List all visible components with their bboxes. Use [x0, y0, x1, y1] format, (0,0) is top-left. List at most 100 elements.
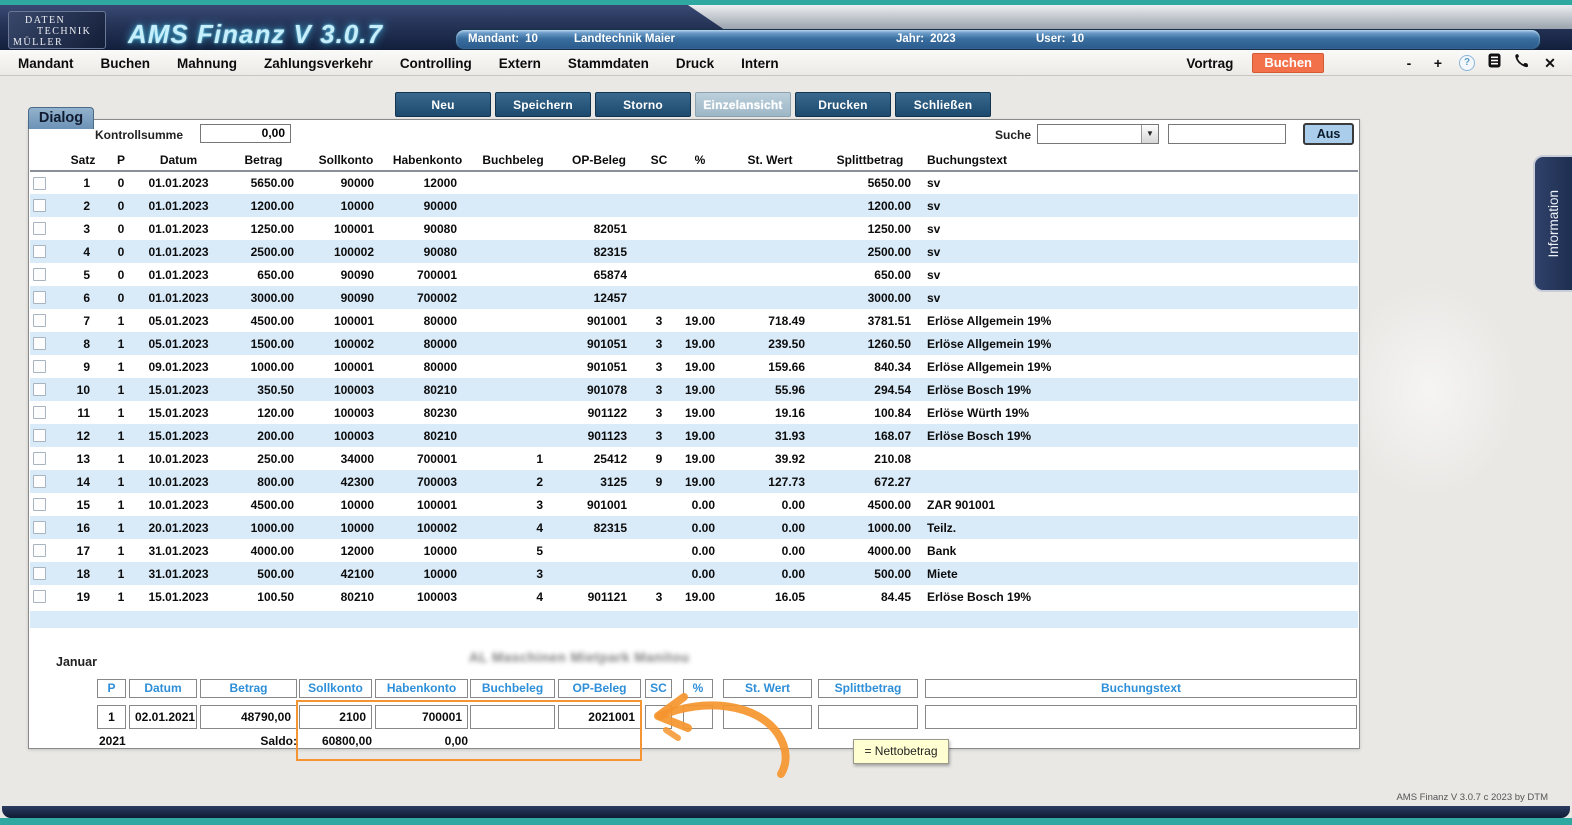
row-checkbox[interactable] — [33, 567, 46, 580]
row-checkbox[interactable] — [33, 452, 46, 465]
menu-item-buchen[interactable]: Buchen — [101, 56, 151, 71]
table-row[interactable]: 9 1 09.01.2023 1000.00 100001 80000 901051 3 19.… — [30, 355, 1358, 378]
form-input-buchungstext[interactable] — [925, 705, 1357, 729]
drucken-button[interactable]: Drucken — [795, 92, 891, 117]
row-checkbox[interactable] — [33, 406, 46, 419]
form-input-habenkonto[interactable]: 700001 — [375, 705, 468, 729]
column-header-splittbetrag[interactable]: Splittbetrag — [817, 150, 923, 172]
cell-sc: 3 — [655, 313, 663, 328]
neu-button[interactable]: Neu — [395, 92, 491, 117]
row-checkbox[interactable] — [33, 291, 46, 304]
column-header-buchungstext[interactable]: Buchungstext — [923, 150, 1358, 172]
menu-item-zahlungsverkehr[interactable]: Zahlungsverkehr — [264, 56, 373, 71]
einzelansicht-button[interactable]: Einzelansicht — [695, 92, 791, 117]
column-header-sc[interactable]: SC — [641, 150, 677, 172]
row-checkbox[interactable] — [33, 176, 46, 190]
column-header-satz[interactable]: Satz — [60, 150, 106, 172]
cell-habenkonto: 90000 — [423, 198, 457, 213]
table-row[interactable]: 14 1 10.01.2023 800.00 42300 700003 2 3125 9 19.0… — [30, 470, 1358, 493]
row-checkbox[interactable] — [33, 199, 46, 212]
menu-item-mahnung[interactable]: Mahnung — [177, 56, 237, 71]
table-row[interactable]: 13 1 10.01.2023 250.00 34000 700001 1 25412 9 19.… — [30, 447, 1358, 470]
form-input-datum[interactable]: 02.01.2021 — [129, 705, 197, 729]
column-header-p[interactable]: P — [106, 150, 136, 172]
table-row[interactable]: 2 0 01.01.2023 1200.00 10000 90000 1200.00 sv — [30, 194, 1358, 217]
dialog-tab[interactable]: Dialog — [28, 107, 94, 129]
row-checkbox[interactable] — [33, 245, 46, 258]
menu-item-druck[interactable]: Druck — [676, 56, 714, 71]
row-checkbox[interactable] — [33, 360, 46, 373]
phone-icon[interactable] — [1514, 53, 1529, 73]
form-input-sc[interactable] — [645, 705, 672, 729]
cell-sc: 9 — [655, 451, 663, 466]
column-header-op-beleg[interactable]: OP-Beleg — [557, 150, 641, 172]
column-header-buchbeleg[interactable]: Buchbeleg — [469, 150, 557, 172]
column-header-sollkonto[interactable]: Sollkonto — [306, 150, 386, 172]
form-input-sollkonto[interactable]: 2100 — [299, 705, 372, 729]
schließen-button[interactable]: Schließen — [895, 92, 991, 117]
cell-satz: 11 — [77, 405, 90, 420]
form-input-op-beleg[interactable]: 2021001 — [558, 705, 641, 729]
row-checkbox[interactable] — [33, 475, 46, 488]
aus-button[interactable]: Aus — [1303, 123, 1354, 145]
form-input-splittbetrag[interactable] — [818, 705, 918, 729]
chevron-down-icon[interactable]: ▼ — [1141, 125, 1158, 143]
speichern-button[interactable]: Speichern — [495, 92, 591, 117]
table-row[interactable]: 19 1 15.01.2023 100.50 80210 100003 4 901121 3 19… — [30, 585, 1358, 608]
menu-item-mandant[interactable]: Mandant — [18, 56, 74, 71]
table-row[interactable]: 12 1 15.01.2023 200.00 100003 80210 901123 3 19.… — [30, 424, 1358, 447]
column-header-habenkonto[interactable]: Habenkonto — [386, 150, 469, 172]
row-checkbox[interactable] — [33, 222, 46, 235]
row-checkbox[interactable] — [33, 337, 46, 350]
row-checkbox[interactable] — [33, 498, 46, 511]
cell-op-beleg — [557, 539, 641, 562]
column-header-%[interactable]: % — [677, 150, 723, 172]
storno-button[interactable]: Storno — [595, 92, 691, 117]
row-checkbox[interactable] — [33, 521, 46, 534]
row-checkbox[interactable] — [33, 268, 46, 281]
menu-item-extern[interactable]: Extern — [499, 56, 541, 71]
form-input-betrag[interactable]: 48790,00 — [200, 705, 297, 729]
nettobetrag-note: = Nettobetrag — [853, 739, 949, 764]
cell-st-wert: 718.49 — [768, 313, 805, 328]
column-header-betrag[interactable]: Betrag — [221, 150, 306, 172]
form-input-buchbeleg[interactable] — [470, 705, 555, 729]
maximize-icon[interactable]: + — [1430, 55, 1446, 71]
table-row[interactable]: 10 1 15.01.2023 350.50 100003 80210 901078 3 19.… — [30, 378, 1358, 401]
table-row[interactable]: 17 1 31.01.2023 4000.00 12000 10000 5 0.00 0.00 4… — [30, 539, 1358, 562]
menu-item-vortrag[interactable]: Vortrag — [1186, 56, 1233, 71]
table-row[interactable]: 8 1 05.01.2023 1500.00 100002 80000 901051 3 19.… — [30, 332, 1358, 355]
minimize-icon[interactable]: - — [1401, 55, 1417, 71]
table-row[interactable]: 7 1 05.01.2023 4500.00 100001 80000 901001 3 19.… — [30, 309, 1358, 332]
row-checkbox[interactable] — [33, 314, 46, 327]
menu-item-intern[interactable]: Intern — [741, 56, 779, 71]
form-input-st-wert[interactable] — [723, 705, 812, 729]
help-icon[interactable]: ? — [1459, 55, 1475, 71]
suche-input[interactable] — [1168, 124, 1286, 144]
table-row[interactable]: 6 0 01.01.2023 3000.00 90090 700002 12457 3000.… — [30, 286, 1358, 309]
table-row[interactable]: 4 0 01.01.2023 2500.00 100002 90080 82315 2500.… — [30, 240, 1358, 263]
menu-item-controlling[interactable]: Controlling — [400, 56, 472, 71]
column-header-st-wert[interactable]: St. Wert — [723, 150, 817, 172]
kontrollsumme-input[interactable]: 0,00 — [200, 124, 291, 143]
notes-icon[interactable] — [1488, 53, 1501, 73]
row-checkbox[interactable] — [33, 590, 46, 603]
table-row[interactable]: 11 1 15.01.2023 120.00 100003 80230 901122 3 19.… — [30, 401, 1358, 424]
row-checkbox[interactable] — [33, 429, 46, 442]
form-input-p[interactable]: 1 — [97, 705, 126, 729]
table-row[interactable]: 15 1 10.01.2023 4500.00 10000 100001 3 901001 0.… — [30, 493, 1358, 516]
row-checkbox[interactable] — [33, 383, 46, 396]
form-input-%[interactable] — [683, 705, 713, 729]
information-tab[interactable]: Information — [1533, 155, 1572, 292]
menu-item-stammdaten[interactable]: Stammdaten — [568, 56, 649, 71]
suche-dropdown[interactable]: ▼ — [1037, 124, 1159, 144]
table-row[interactable]: 16 1 20.01.2023 1000.00 10000 100002 4 82315 0.0… — [30, 516, 1358, 539]
buchen-button[interactable]: Buchen — [1252, 53, 1324, 73]
table-row[interactable]: 3 0 01.01.2023 1250.00 100001 90080 82051 1250.… — [30, 217, 1358, 240]
close-icon[interactable]: ✕ — [1542, 55, 1558, 72]
row-checkbox[interactable] — [33, 544, 46, 557]
table-row[interactable]: 5 0 01.01.2023 650.00 90090 700001 65874 650.00… — [30, 263, 1358, 286]
table-row[interactable]: 1 0 01.01.2023 5650.00 90000 12000 5650.00 sv — [30, 171, 1358, 194]
column-header-datum[interactable]: Datum — [136, 150, 221, 172]
table-row[interactable]: 18 1 31.01.2023 500.00 42100 10000 3 0.00 0.00 50… — [30, 562, 1358, 585]
